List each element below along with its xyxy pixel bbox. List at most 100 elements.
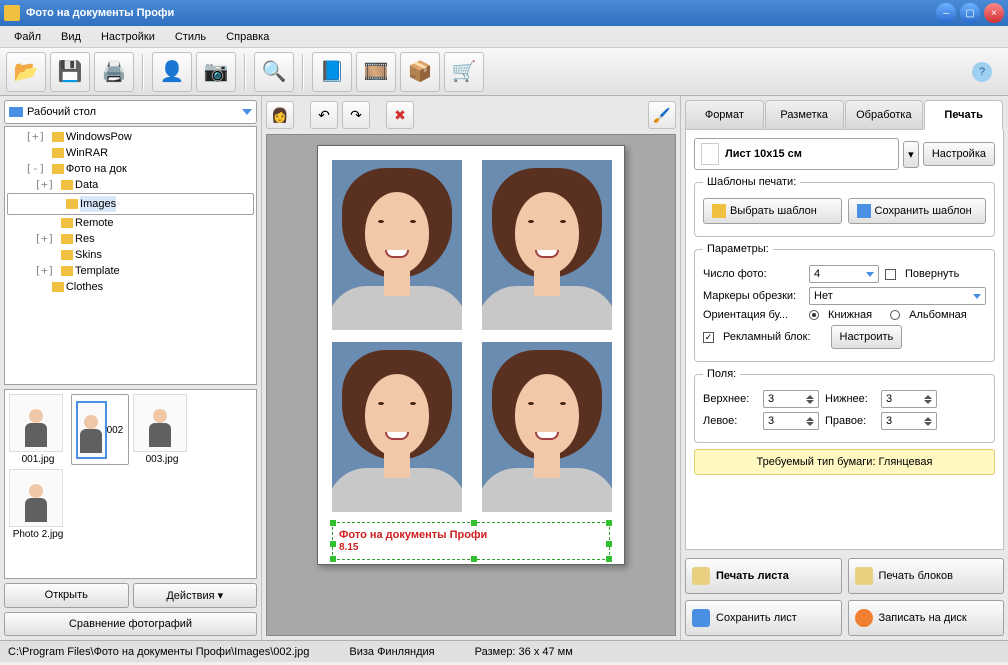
tab-processing[interactable]: Обработка: [845, 100, 924, 130]
title-bar: Фото на документы Профи – ▢ ×: [0, 0, 1008, 26]
open-button[interactable]: Открыть: [4, 583, 129, 608]
photo-slot[interactable]: [482, 342, 612, 512]
templates-group: Шаблоны печати: Выбрать шаблон Сохранить…: [694, 176, 995, 237]
status-size: Размер: 36 x 47 мм: [475, 646, 573, 658]
thumbnail-grid: 001.jpg002.jpg003.jpg Photo 2.jpg: [4, 389, 257, 579]
sheet-size-dropdown[interactable]: Лист 10x15 см: [694, 138, 899, 170]
parameters-group: Параметры: Число фото: 4 Повернуть Марке…: [694, 243, 995, 362]
orientation-label: Ориентация бу...: [703, 309, 803, 321]
photo-count-select[interactable]: 4: [809, 265, 879, 283]
help-icon[interactable]: ?: [972, 62, 992, 82]
photo-slot[interactable]: [332, 342, 462, 512]
thumbnail[interactable]: 002.jpg: [71, 394, 129, 465]
print-blocks-button[interactable]: Печать блоков: [848, 558, 1005, 594]
tree-node[interactable]: Clothes: [7, 279, 254, 295]
chevron-down-icon: [242, 109, 252, 115]
rotate-left-icon[interactable]: ↶: [310, 101, 338, 129]
configure-ad-button[interactable]: Настроить: [831, 325, 903, 349]
sheet-dropdown-arrow[interactable]: ▾: [903, 141, 919, 168]
rotate-right-icon[interactable]: ↷: [342, 101, 370, 129]
menu-file[interactable]: Файл: [4, 28, 51, 46]
window-title: Фото на документы Профи: [26, 7, 932, 19]
print-sheet-button[interactable]: Печать листа: [685, 558, 842, 594]
page-icon: [701, 143, 719, 165]
film-icon[interactable]: 🎞️: [356, 52, 396, 92]
tree-node[interactable]: Remote: [7, 215, 254, 231]
crop-markers-select[interactable]: Нет: [809, 287, 986, 305]
margin-bottom-label: Нижнее:: [825, 393, 875, 405]
tab-format[interactable]: Формат: [685, 100, 764, 130]
cart-icon[interactable]: 🛒: [444, 52, 484, 92]
save-icon: [692, 609, 710, 627]
tree-node[interactable]: [+] Res: [7, 231, 254, 247]
portrait-radio[interactable]: [809, 310, 819, 320]
print-icon[interactable]: 🖨️: [94, 52, 134, 92]
app-icon: [4, 5, 20, 21]
brush-icon[interactable]: 🖌️: [648, 101, 676, 129]
watermark-text: Фото на документы Профи: [339, 529, 487, 541]
watermark-block[interactable]: Фото на документы Профи 8.15: [332, 522, 610, 560]
paper-type-notice: Требуемый тип бумаги: Глянцевая: [694, 449, 995, 475]
margin-left-spin[interactable]: 3: [763, 412, 819, 430]
tab-print[interactable]: Печать: [924, 100, 1003, 130]
burn-disk-button[interactable]: Записать на диск: [848, 600, 1005, 636]
disk-icon: [855, 609, 873, 627]
main-toolbar: 📂 💾 🖨️ 👤 📷 🔍 📘 🎞️ 📦 🛒 ?: [0, 48, 1008, 96]
menu-settings[interactable]: Настройки: [91, 28, 165, 46]
photo-count-label: Число фото:: [703, 268, 803, 280]
save-template-button[interactable]: Сохранить шаблон: [848, 198, 987, 224]
thumbnail[interactable]: Photo 2.jpg: [9, 469, 67, 540]
margin-left-label: Левое:: [703, 415, 757, 427]
right-panel: Формат Разметка Обработка Печать Лист 10…: [680, 96, 1008, 640]
camera-icon[interactable]: 📷: [196, 52, 236, 92]
folder-dropdown[interactable]: Рабочий стол: [4, 100, 257, 124]
tree-node[interactable]: [+] Data: [7, 177, 254, 193]
portrait-icon[interactable]: 👩: [266, 101, 294, 129]
tab-bar: Формат Разметка Обработка Печать: [685, 100, 1004, 130]
photo-slot[interactable]: [482, 160, 612, 330]
margin-right-spin[interactable]: 3: [881, 412, 937, 430]
thumbnail[interactable]: 003.jpg: [133, 394, 191, 465]
thumbnail[interactable]: 001.jpg: [9, 394, 67, 465]
margin-bottom-spin[interactable]: 3: [881, 390, 937, 408]
open-folder-icon[interactable]: 📂: [6, 52, 46, 92]
landscape-radio[interactable]: [890, 310, 900, 320]
tree-node[interactable]: [+] WindowsPow: [7, 129, 254, 145]
save-icon[interactable]: 💾: [50, 52, 90, 92]
ad-block-checkbox[interactable]: [703, 332, 714, 343]
book-icon[interactable]: 📘: [312, 52, 352, 92]
desktop-icon: [9, 107, 23, 117]
margin-top-spin[interactable]: 3: [763, 390, 819, 408]
maximize-button[interactable]: ▢: [960, 3, 980, 23]
tab-layout[interactable]: Разметка: [765, 100, 844, 130]
margins-group: Поля: Верхнее: 3 Нижнее: 3 Левое: 3 Прав…: [694, 368, 995, 443]
box-icon[interactable]: 📦: [400, 52, 440, 92]
choose-template-button[interactable]: Выбрать шаблон: [703, 198, 842, 224]
tree-node[interactable]: Skins: [7, 247, 254, 263]
menu-style[interactable]: Стиль: [165, 28, 216, 46]
folder-tree[interactable]: [+] WindowsPow WinRAR [-] Фото на док [+…: [4, 126, 257, 385]
save-sheet-button[interactable]: Сохранить лист: [685, 600, 842, 636]
face-detect-icon[interactable]: 👤: [152, 52, 192, 92]
zoom-icon[interactable]: 🔍: [254, 52, 294, 92]
photo-slot[interactable]: [332, 160, 462, 330]
templates-legend: Шаблоны печати:: [703, 176, 800, 188]
tree-node[interactable]: [+] Template: [7, 263, 254, 279]
actions-button[interactable]: Действия ▾: [133, 583, 258, 608]
tree-node[interactable]: [-] Фото на док: [7, 161, 254, 177]
menu-bar: Файл Вид Настройки Стиль Справка: [0, 26, 1008, 48]
compare-button[interactable]: Сравнение фотографий: [4, 612, 257, 636]
canvas[interactable]: Фото на документы Профи 8.15: [266, 134, 676, 636]
menu-help[interactable]: Справка: [216, 28, 279, 46]
canvas-toolbar: 👩 ↶ ↷ ✖ 🖌️: [266, 100, 676, 130]
minimize-button[interactable]: –: [936, 3, 956, 23]
rotate-checkbox[interactable]: [885, 269, 896, 280]
delete-icon[interactable]: ✖: [386, 101, 414, 129]
menu-view[interactable]: Вид: [51, 28, 91, 46]
tree-node[interactable]: WinRAR: [7, 145, 254, 161]
sheet-settings-button[interactable]: Настройка: [923, 142, 995, 166]
close-button[interactable]: ×: [984, 3, 1004, 23]
margins-legend: Поля:: [703, 368, 740, 380]
printer-icon: [692, 567, 710, 585]
tree-node[interactable]: Images: [7, 193, 254, 215]
